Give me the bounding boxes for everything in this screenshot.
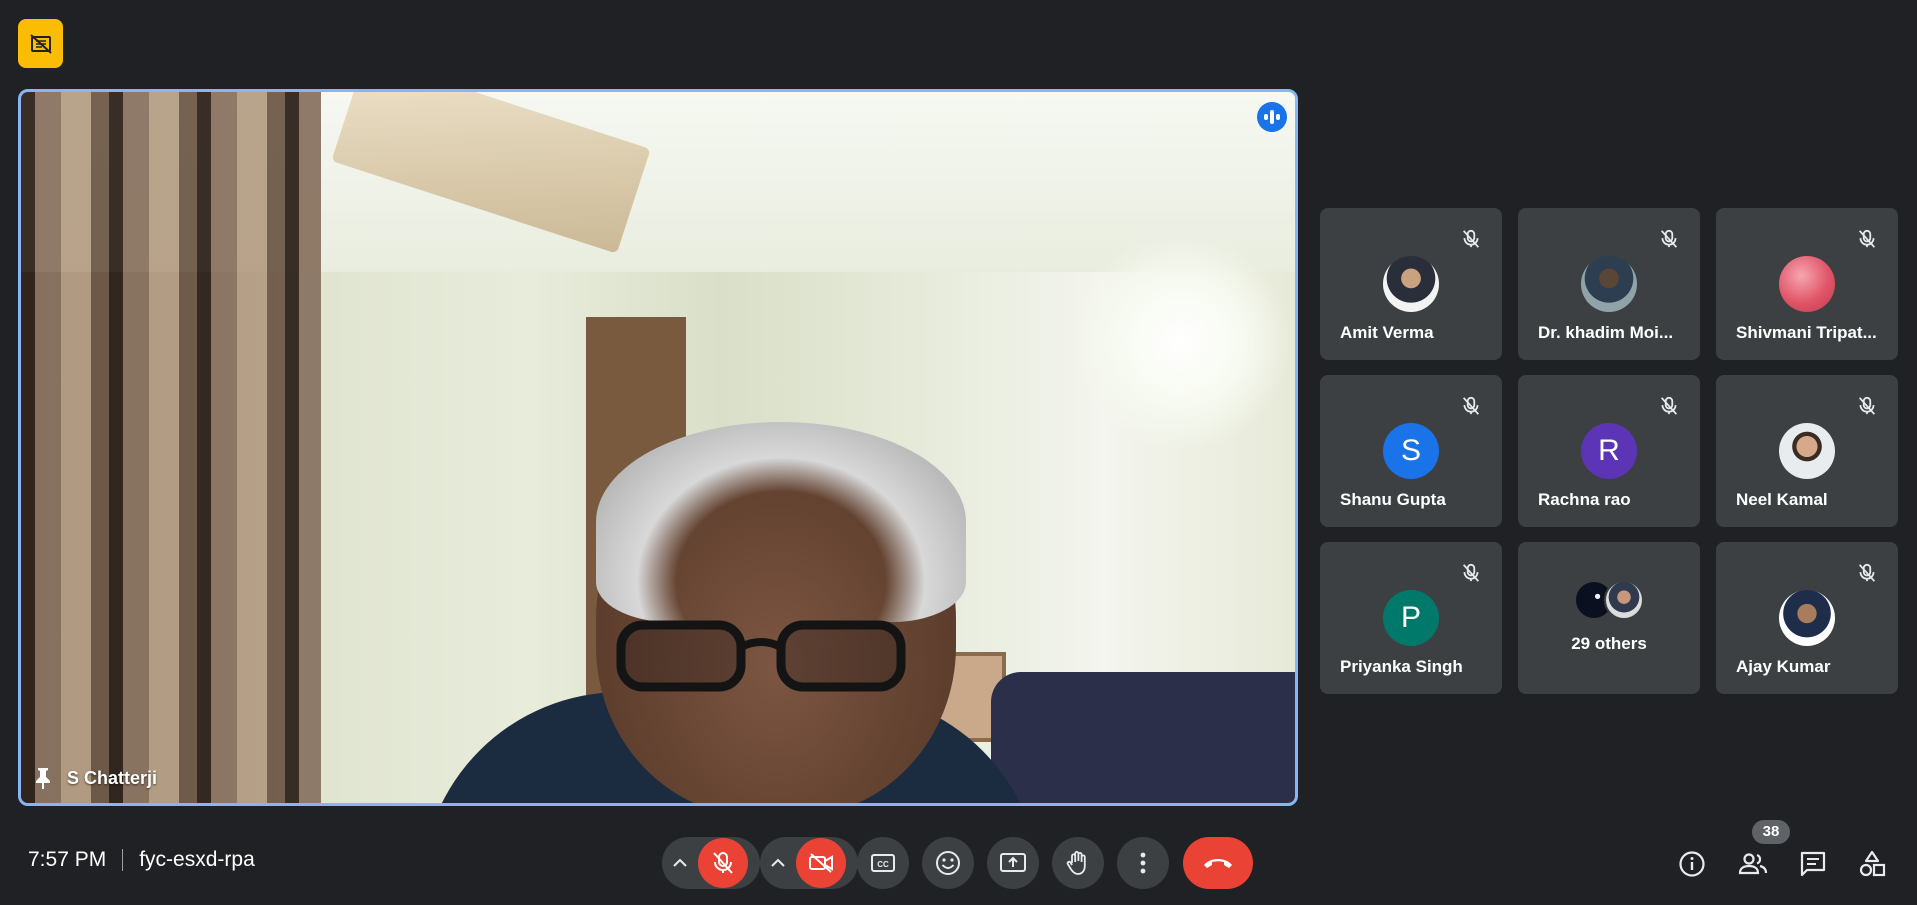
people-icon — [1738, 853, 1768, 875]
mic-off-icon — [1854, 393, 1880, 419]
current-time: 7:57 PM — [28, 848, 107, 871]
participant-name: Amit Verma — [1340, 323, 1434, 342]
mic-off-icon — [1458, 226, 1484, 252]
people-button[interactable] — [1737, 848, 1769, 880]
activities-button[interactable] — [1856, 848, 1888, 880]
leave-call-button[interactable] — [1183, 837, 1253, 889]
avatar: S — [1383, 423, 1439, 479]
avatar — [1779, 590, 1835, 646]
activities-icon — [1859, 850, 1886, 877]
present-screen-icon — [1000, 853, 1026, 872]
closed-captions-icon: CC — [871, 854, 895, 872]
raise-hand-icon — [1066, 851, 1086, 875]
chevron-up-icon — [771, 858, 785, 867]
participant-name: Ajay Kumar — [1736, 657, 1831, 676]
participant-tile[interactable]: Neel Kamal — [1716, 375, 1898, 527]
mic-off-icon — [1854, 560, 1880, 586]
info-icon — [1679, 851, 1705, 877]
reactions-button[interactable] — [922, 837, 974, 889]
avatar — [1779, 423, 1835, 479]
audio-options-button[interactable] — [662, 858, 698, 868]
mic-off-icon — [713, 852, 733, 874]
more-vert-icon — [1140, 852, 1146, 874]
video-options-button[interactable] — [760, 858, 796, 868]
participant-tile[interactable]: S Shanu Gupta — [1320, 375, 1502, 527]
participant-name: Rachna rao — [1538, 490, 1631, 509]
chat-button[interactable] — [1797, 848, 1829, 880]
more-options-button[interactable] — [1117, 837, 1169, 889]
meeting-code: fyc-esxd-rpa — [139, 848, 255, 871]
participant-count-badge: 38 — [1752, 820, 1790, 844]
participant-tile[interactable]: Ajay Kumar — [1716, 542, 1898, 694]
participant-tile[interactable]: Amit Verma — [1320, 208, 1502, 360]
avatar: R — [1581, 423, 1637, 479]
participant-name: Dr. khadim Moi... — [1538, 323, 1674, 342]
speaking-indicator-icon — [1257, 102, 1287, 132]
avatar — [1383, 256, 1439, 312]
emoji-icon — [936, 851, 960, 875]
mic-off-icon — [1656, 226, 1682, 252]
speaker-name-label: S Chatterji — [33, 767, 157, 789]
mic-off-icon — [1656, 393, 1682, 419]
mic-off-icon — [1854, 226, 1880, 252]
captions-button[interactable]: CC — [857, 837, 909, 889]
participant-tile[interactable]: Dr. khadim Moi... — [1518, 208, 1700, 360]
camera-off-icon — [809, 853, 833, 873]
main-video-tile[interactable]: S Chatterji — [18, 89, 1298, 806]
avatar: P — [1383, 590, 1439, 646]
others-count-label: 29 others — [1571, 634, 1647, 653]
others-avatar-stack — [1574, 580, 1644, 620]
participant-name: Priyanka Singh — [1340, 657, 1463, 676]
avatar — [1779, 256, 1835, 312]
hang-up-icon — [1204, 859, 1232, 868]
participant-name: Shivmani Tripat... — [1736, 323, 1877, 342]
participant-name: Shanu Gupta — [1340, 490, 1446, 509]
avatar — [1581, 256, 1637, 312]
microphone-control — [662, 837, 760, 889]
speaker-name: S Chatterji — [67, 767, 158, 788]
participant-tile[interactable]: 29 others — [1518, 542, 1700, 694]
camera-control — [760, 837, 858, 889]
mic-off-icon — [1458, 393, 1484, 419]
pin-icon[interactable] — [33, 767, 53, 789]
present-screen-button[interactable] — [987, 837, 1039, 889]
layout-badge[interactable] — [18, 19, 63, 68]
meeting-details-button[interactable] — [1676, 848, 1708, 880]
chat-icon — [1800, 851, 1826, 877]
no-video-feed-icon — [29, 33, 52, 54]
bottom-control-bar: 7:57 PM fyc-esxd-rpa CC 38 — [0, 820, 1917, 905]
camera-toggle-button[interactable] — [796, 838, 846, 888]
divider — [122, 849, 124, 871]
participant-name: Neel Kamal — [1736, 490, 1828, 509]
participant-tile[interactable]: P Priyanka Singh — [1320, 542, 1502, 694]
mic-toggle-button[interactable] — [698, 838, 748, 888]
svg-text:CC: CC — [877, 860, 889, 869]
raise-hand-button[interactable] — [1052, 837, 1104, 889]
participant-tile[interactable]: R Rachna rao — [1518, 375, 1700, 527]
avatar — [1604, 580, 1644, 620]
chevron-up-icon — [673, 858, 687, 867]
meeting-info: 7:57 PM fyc-esxd-rpa — [28, 848, 255, 872]
participant-tile[interactable]: Shivmani Tripat... — [1716, 208, 1898, 360]
mic-off-icon — [1458, 560, 1484, 586]
